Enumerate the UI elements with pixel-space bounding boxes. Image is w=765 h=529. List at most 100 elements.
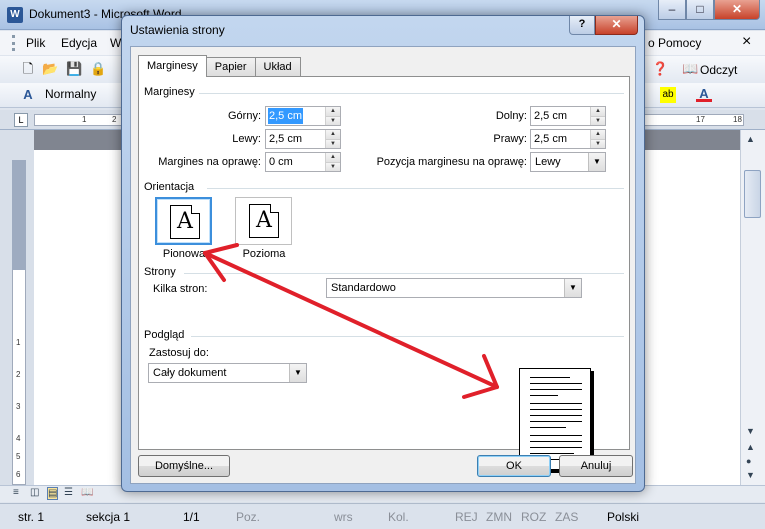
- landscape-label[interactable]: Pozioma: [234, 248, 294, 260]
- style-name[interactable]: Normalny: [45, 87, 96, 101]
- tab-layout[interactable]: Układ: [254, 57, 301, 77]
- gutter-position-select[interactable]: Lewy ▼: [530, 152, 606, 172]
- highlight-icon[interactable]: ab: [660, 87, 676, 103]
- right-margin-value[interactable]: 2,5 cm: [533, 131, 568, 147]
- spin-down-icon[interactable]: ▼: [591, 139, 605, 148]
- status-language[interactable]: Polski: [607, 510, 639, 524]
- tab-selector-icon[interactable]: L: [14, 113, 28, 127]
- status-extend[interactable]: ROZ: [521, 510, 546, 524]
- spin-down-icon[interactable]: ▼: [326, 139, 340, 148]
- status-record[interactable]: REJ: [455, 510, 478, 524]
- normal-view-icon[interactable]: ≡: [13, 487, 19, 498]
- dialog-close-button[interactable]: ✕: [595, 16, 638, 35]
- menu-file[interactable]: Plik: [26, 36, 45, 50]
- scroll-down-icon[interactable]: ▼: [746, 426, 755, 436]
- ruler-number: 1: [16, 338, 21, 347]
- cancel-button[interactable]: Anuluj: [559, 455, 633, 477]
- ok-button[interactable]: OK: [477, 455, 551, 477]
- print-view-icon[interactable]: ▤: [47, 487, 59, 500]
- gutter-arrows[interactable]: ▲ ▼: [325, 153, 340, 171]
- bottom-margin-arrows[interactable]: ▲ ▼: [590, 107, 605, 125]
- spin-up-icon[interactable]: ▲: [326, 107, 340, 116]
- spin-up-icon[interactable]: ▲: [591, 107, 605, 116]
- landscape-option[interactable]: A: [235, 197, 292, 245]
- maximize-button[interactable]: □: [686, 0, 714, 20]
- tab-margins[interactable]: Marginesy: [138, 55, 207, 77]
- portrait-label[interactable]: Pionowa: [154, 248, 214, 260]
- previous-page-icon[interactable]: ▲: [746, 442, 755, 452]
- preview-line: [530, 453, 574, 454]
- vertical-scrollbar[interactable]: ▲ ▼ ▲ ● ▼: [740, 130, 765, 485]
- document-close-icon[interactable]: ×: [742, 33, 751, 51]
- landscape-page-icon: A: [249, 204, 279, 238]
- status-page: str. 1: [18, 510, 45, 524]
- minimize-button[interactable]: –: [658, 0, 686, 20]
- preview-line: [530, 421, 582, 422]
- spin-down-icon[interactable]: ▼: [326, 162, 340, 171]
- bottom-margin-spinner[interactable]: 2,5 cm ▲ ▼: [530, 106, 606, 126]
- browse-object-icon[interactable]: ●: [746, 456, 751, 466]
- status-overtype[interactable]: ZAS: [555, 510, 578, 524]
- preview-line: [530, 383, 582, 384]
- ruler-number: 3: [16, 402, 21, 411]
- chevron-down-icon[interactable]: ▼: [289, 364, 306, 382]
- ruler-number: 17: [696, 115, 705, 124]
- web-view-icon[interactable]: ◫: [30, 487, 39, 498]
- save-icon[interactable]: 💾: [66, 61, 82, 77]
- spin-down-icon[interactable]: ▼: [326, 116, 340, 125]
- menu-view[interactable]: W: [110, 36, 121, 50]
- font-color-icon[interactable]: A: [696, 86, 712, 102]
- dialog-title-buttons: ? ✕: [569, 16, 638, 35]
- gutter-spinner[interactable]: 0 cm ▲ ▼: [265, 152, 341, 172]
- ruler-number: 6: [16, 470, 21, 479]
- read-mode-button[interactable]: Odczyt: [700, 63, 737, 77]
- multiple-pages-select[interactable]: Standardowo ▼: [326, 278, 582, 298]
- orientation-group-label: Orientacja: [144, 181, 195, 193]
- scroll-up-icon[interactable]: ▲: [746, 134, 755, 144]
- chevron-down-icon[interactable]: ▼: [564, 279, 581, 297]
- spin-up-icon[interactable]: ▲: [591, 130, 605, 139]
- status-track-changes[interactable]: ZMN: [486, 510, 512, 524]
- help-icon[interactable]: ❓: [652, 61, 668, 77]
- ruler-number: 4: [16, 434, 21, 443]
- portrait-option[interactable]: A: [155, 197, 212, 245]
- group-divider: [199, 93, 624, 94]
- top-margin-value[interactable]: 2,5 cm: [268, 108, 304, 124]
- default-button[interactable]: Domyślne...: [138, 455, 230, 477]
- menu-help-question[interactable]: o Pomocy: [648, 36, 701, 50]
- ruler-number: 1: [82, 115, 87, 124]
- spin-up-icon[interactable]: ▲: [326, 130, 340, 139]
- scroll-thumb[interactable]: [744, 170, 761, 218]
- next-page-icon[interactable]: ▼: [746, 470, 755, 480]
- preview-line: [530, 395, 558, 396]
- word-app-icon: W: [7, 7, 23, 23]
- new-document-icon[interactable]: 🗋: [20, 61, 36, 77]
- right-margin-arrows[interactable]: ▲ ▼: [590, 130, 605, 148]
- apply-to-select[interactable]: Cały dokument ▼: [148, 363, 307, 383]
- top-margin-spinner[interactable]: 2,5 cm ▲ ▼: [265, 106, 341, 126]
- dialog-help-button[interactable]: ?: [569, 16, 595, 35]
- outline-view-icon[interactable]: ☰: [64, 487, 73, 498]
- left-margin-spinner[interactable]: 2,5 cm ▲ ▼: [265, 129, 341, 149]
- left-margin-value[interactable]: 2,5 cm: [268, 131, 303, 147]
- read-mode-icon[interactable]: 📖: [682, 61, 698, 77]
- tab-paper[interactable]: Papier: [205, 57, 256, 77]
- close-button[interactable]: ✕: [714, 0, 760, 20]
- left-margin-arrows[interactable]: ▲ ▼: [325, 130, 340, 148]
- menu-edit[interactable]: Edycja: [61, 36, 97, 50]
- top-margin-arrows[interactable]: ▲ ▼: [325, 107, 340, 125]
- spin-down-icon[interactable]: ▼: [591, 116, 605, 125]
- group-divider: [191, 336, 624, 337]
- right-margin-label: Prawy:: [493, 133, 527, 145]
- styles-icon[interactable]: A: [20, 87, 36, 103]
- portrait-page-icon: A: [170, 205, 200, 239]
- permission-icon[interactable]: 🔒: [90, 61, 106, 77]
- open-folder-icon[interactable]: 📂: [42, 61, 58, 77]
- right-margin-spinner[interactable]: 2,5 cm ▲ ▼: [530, 129, 606, 149]
- reading-view-icon[interactable]: 📖: [81, 487, 93, 498]
- gutter-value[interactable]: 0 cm: [268, 154, 294, 170]
- bottom-margin-value[interactable]: 2,5 cm: [533, 108, 568, 124]
- chevron-down-icon[interactable]: ▼: [588, 153, 605, 171]
- spin-up-icon[interactable]: ▲: [326, 153, 340, 162]
- group-divider: [184, 273, 624, 274]
